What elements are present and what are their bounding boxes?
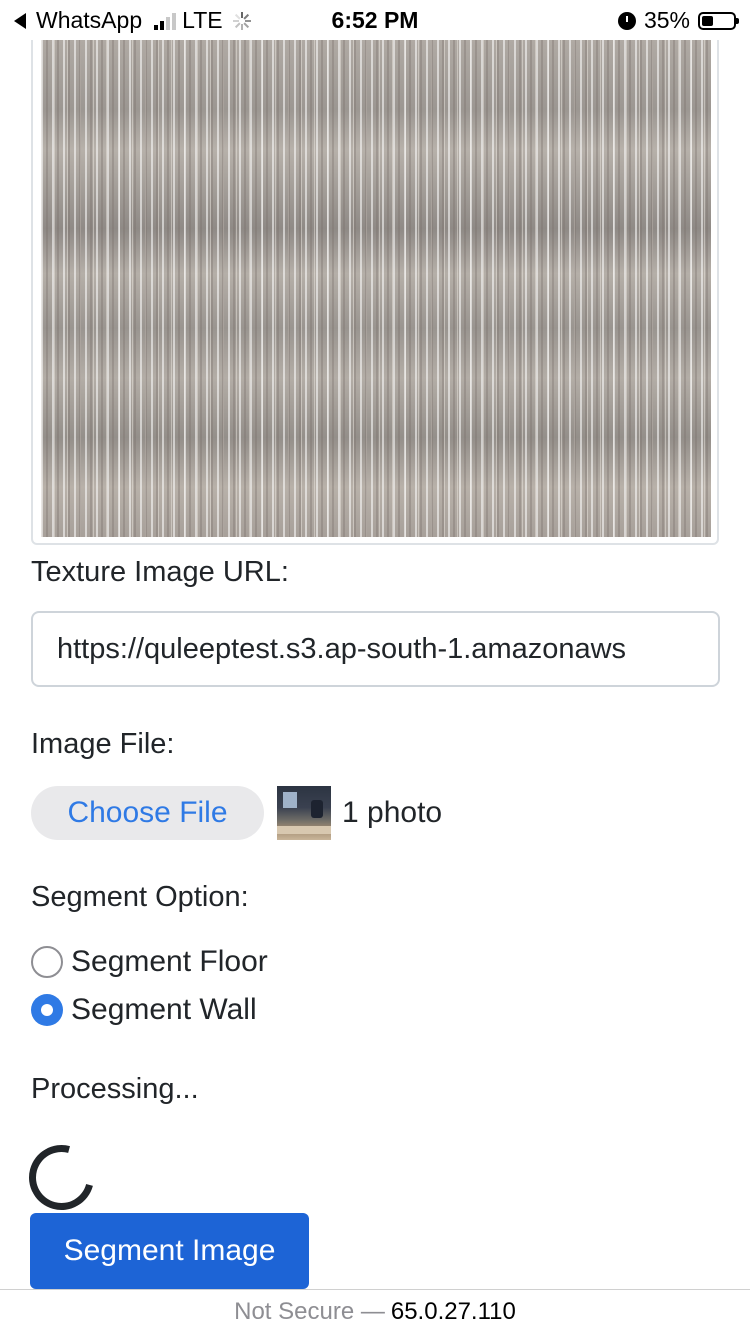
selected-file-name: 1 photo [342, 795, 443, 829]
radio-label-floor[interactable]: Segment Floor [71, 945, 268, 979]
loading-spinner-icon [17, 1133, 106, 1222]
security-label: Not Secure — [234, 1298, 385, 1325]
status-bar-right: 35% [617, 7, 739, 34]
status-bar: WhatsApp LTE 6:52 PM 35% [0, 0, 750, 40]
radio-segment-wall[interactable]: Segment Wall [31, 993, 257, 1027]
battery-fill [702, 15, 713, 26]
radio-button-floor[interactable] [31, 946, 63, 978]
radio-label-wall[interactable]: Segment Wall [71, 993, 257, 1027]
file-picker: Choose File 1 photo [31, 785, 442, 840]
host-label[interactable]: 65.0.27.110 [391, 1298, 516, 1326]
selected-photo-thumbnail [277, 785, 331, 840]
alarm-icon [617, 11, 636, 30]
page: WhatsApp LTE 6:52 PM 35% Texture Image U… [0, 0, 750, 1334]
texture-url-label: Texture Image URL: [31, 556, 289, 588]
choose-file-button[interactable]: Choose File [31, 785, 264, 840]
segment-option-label: Segment Option: [31, 881, 249, 913]
processing-text: Processing... [31, 1073, 199, 1105]
browser-address-bar[interactable]: Not Secure — 65.0.27.110 [0, 1289, 750, 1334]
battery-icon [698, 11, 739, 30]
image-file-label: Image File: [31, 728, 175, 760]
battery-percent: 35% [643, 7, 690, 33]
texture-preview-frame [31, 20, 719, 545]
texture-preview-image [41, 40, 711, 537]
radio-button-wall[interactable] [31, 994, 63, 1026]
texture-url-input[interactable] [31, 611, 720, 687]
segment-image-button[interactable]: Segment Image [30, 1213, 309, 1289]
radio-segment-floor[interactable]: Segment Floor [31, 945, 268, 979]
